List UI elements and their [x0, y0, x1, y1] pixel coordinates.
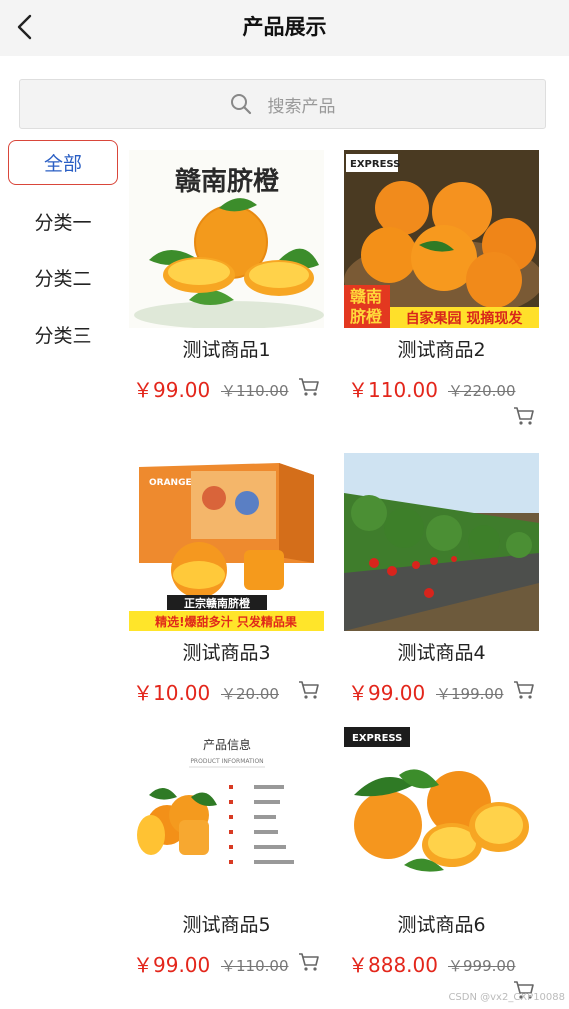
cart-icon[interactable]: [513, 680, 535, 700]
watermark: CSDN @vx2_CXP10088: [448, 992, 565, 1003]
product-card-3[interactable]: ORANGE 正宗赣南脐橙 精选!爆甜多汁 只发精品果 测试商品3 ￥10.00…: [129, 453, 324, 705]
image-text: PRODUCT INFORMATION: [190, 758, 263, 765]
image-text: 自家果园 现摘现发: [406, 310, 524, 327]
cart-icon[interactable]: [298, 680, 320, 700]
category-3[interactable]: 分类三: [8, 312, 118, 357]
cart-icon[interactable]: [513, 406, 535, 426]
product-price: ￥99.00: [133, 953, 211, 977]
image-text: ORANGE: [149, 478, 192, 488]
product-name: 测试商品5: [182, 914, 271, 936]
category-1[interactable]: 分类一: [8, 199, 118, 244]
image-text: 正宗赣南脐橙: [184, 596, 251, 610]
product-price: ￥99.00: [133, 378, 211, 402]
product-price: ￥99.00: [348, 681, 426, 705]
product-old-price: ￥220.00: [448, 382, 516, 400]
product-old-price: ￥999.00: [448, 957, 516, 975]
product-name: 测试商品6: [397, 914, 486, 936]
category-all[interactable]: 全部: [8, 140, 118, 185]
product-card-4[interactable]: 测试商品4 ￥99.00 ￥199.00: [344, 453, 539, 705]
product-image: EXPRESS 赣南 脐橙 自家果园 现摘现发: [344, 150, 539, 328]
page-title: 产品展示: [242, 15, 327, 39]
image-text: 产品信息: [203, 737, 251, 752]
product-image: [344, 453, 539, 631]
product-card-6[interactable]: EXPRESS 测试商品6 ￥888.00 ￥999.00: [344, 725, 539, 999]
product-price: ￥888.00: [348, 953, 438, 977]
product-old-price: ￥199.00: [436, 685, 504, 703]
search-placeholder: 搜索产品: [267, 96, 336, 117]
product-image: 产品信息 PRODUCT INFORMATION: [129, 725, 324, 903]
product-old-price: ￥110.00: [221, 957, 289, 975]
image-text: EXPRESS: [352, 733, 402, 744]
product-price: ￥10.00: [133, 681, 211, 705]
product-name: 测试商品1: [182, 339, 271, 361]
product-name: 测试商品4: [397, 642, 486, 664]
image-text: EXPRESS: [350, 159, 400, 170]
product-image: ORANGE 正宗赣南脐橙 精选!爆甜多汁 只发精品果: [129, 453, 324, 631]
product-price: ￥110.00: [348, 378, 438, 402]
cart-icon[interactable]: [298, 952, 320, 972]
cart-icon[interactable]: [298, 377, 320, 397]
category-2[interactable]: 分类二: [8, 255, 118, 300]
product-name: 测试商品3: [182, 642, 271, 664]
header: 产品展示: [0, 0, 569, 56]
image-text: 赣南脐橙: [175, 166, 280, 197]
product-card-1[interactable]: 赣南脐橙 测试商品1 ￥99.00 ￥110.00: [129, 150, 324, 402]
product-old-price: ￥20.00: [221, 685, 279, 703]
product-image: 赣南脐橙: [129, 150, 324, 328]
image-text: 精选!爆甜多汁 只发精品果: [155, 614, 297, 629]
product-image: EXPRESS: [344, 725, 539, 903]
product-card-5[interactable]: 产品信息 PRODUCT INFORMATION 测试商品5 ￥99.00 ￥1…: [129, 725, 324, 977]
product-name: 测试商品2: [397, 339, 486, 361]
product-card-2[interactable]: EXPRESS 赣南 脐橙 自家果园 现摘现发 测试商品2 ￥110.00 ￥2…: [344, 150, 539, 425]
search-input[interactable]: 搜索产品: [19, 79, 546, 129]
image-text: 赣南: [350, 287, 382, 306]
search-icon: [230, 93, 252, 115]
image-text: 脐橙: [350, 307, 383, 326]
product-old-price: ￥110.00: [221, 382, 289, 400]
